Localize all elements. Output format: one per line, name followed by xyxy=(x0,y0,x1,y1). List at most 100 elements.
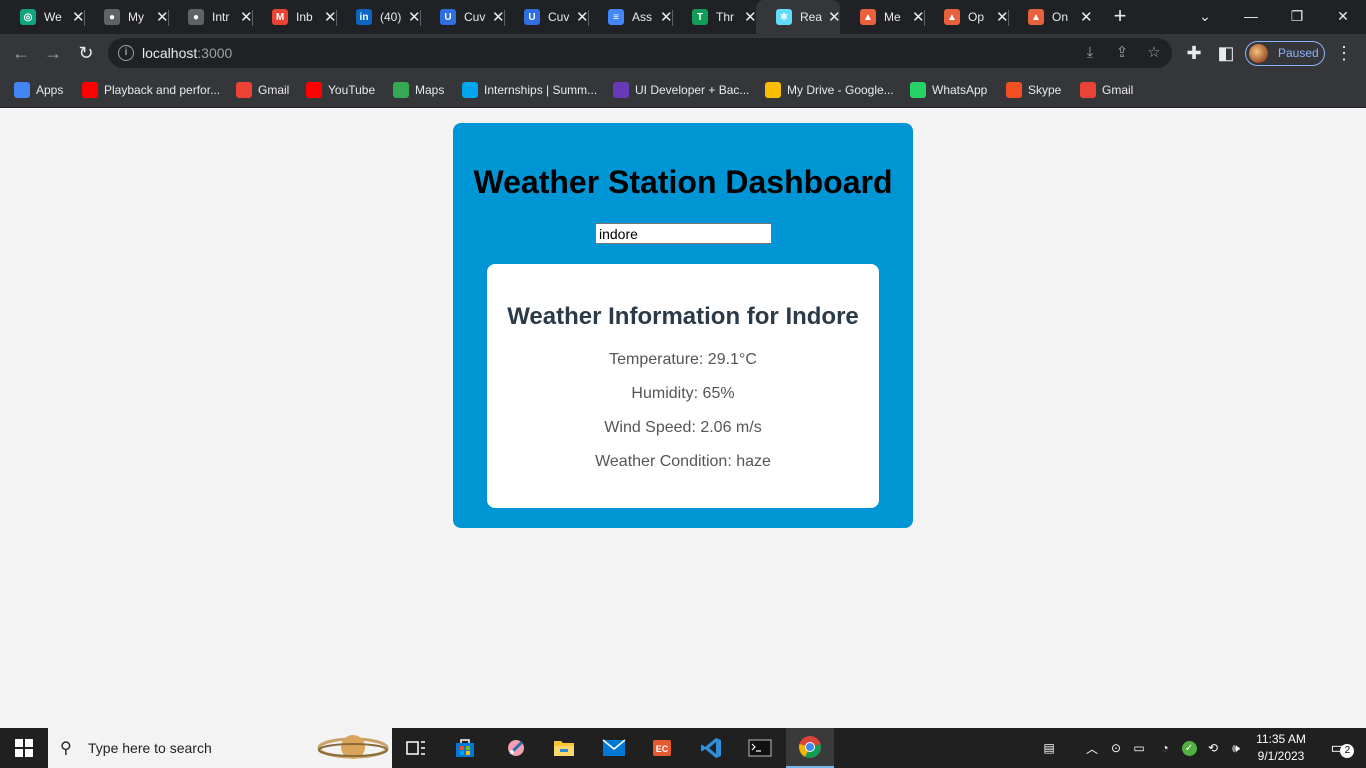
extensions-puzzle-icon[interactable]: ✚ xyxy=(1181,40,1207,66)
close-window-icon[interactable]: ✕ xyxy=(1320,0,1366,34)
browser-tab[interactable]: ▲ Op ✕ xyxy=(924,0,1009,34)
system-clock[interactable]: 11:35 AM 9/1/2023 xyxy=(1248,731,1314,765)
bookmark-item[interactable]: Playback and perfor... xyxy=(82,82,220,98)
browser-tab[interactable]: T Thr ✕ xyxy=(672,0,757,34)
bookmark-item[interactable]: YouTube xyxy=(306,82,375,98)
close-tab-icon[interactable]: ✕ xyxy=(828,8,841,26)
snipping-tool-icon[interactable] xyxy=(492,728,540,768)
tab-title: Rea xyxy=(800,10,822,24)
close-tab-icon[interactable]: ✕ xyxy=(912,8,925,26)
new-tab-button[interactable]: + xyxy=(1108,4,1132,28)
saturn-search-highlight-icon xyxy=(317,735,389,759)
bookmark-item[interactable]: Internships | Summ... xyxy=(462,82,597,98)
close-tab-icon[interactable]: ✕ xyxy=(996,8,1009,26)
chevron-up-icon[interactable]: ︿ xyxy=(1082,728,1102,768)
tab-strip: ◎ We ✕ ● My ✕ ● Intr ✕ M Inb ✕ in (40) ✕ U Cuv ✕ U Cuv ✕ ≡ Ass… xyxy=(0,0,1366,34)
address-bar[interactable]: i localhost:3000 ⤓ ⇪ ☆ xyxy=(108,38,1172,68)
bookmark-item[interactable]: Skype xyxy=(1006,82,1061,98)
close-tab-icon[interactable]: ✕ xyxy=(156,8,169,26)
browser-tab[interactable]: U Cuv ✕ xyxy=(504,0,589,34)
notification-count-badge: 2 xyxy=(1340,744,1355,758)
close-tab-icon[interactable]: ✕ xyxy=(324,8,337,26)
browser-tab[interactable]: ● Intr ✕ xyxy=(168,0,253,34)
restore-icon[interactable]: ❐ xyxy=(1274,0,1320,34)
browser-tab[interactable]: ● My ✕ xyxy=(84,0,169,34)
close-tab-icon[interactable]: ✕ xyxy=(240,8,253,26)
vscode-icon[interactable] xyxy=(687,728,735,768)
terminal-icon[interactable] xyxy=(736,728,784,768)
bookmark-label: Playback and perfor... xyxy=(104,83,221,97)
browser-tab[interactable]: U Cuv ✕ xyxy=(420,0,505,34)
bookmark-star-icon[interactable]: ☆ xyxy=(1144,43,1164,63)
profile-button[interactable]: Paused xyxy=(1245,41,1325,66)
webcam-icon[interactable]: ⊙ xyxy=(1106,728,1126,768)
close-tab-icon[interactable]: ✕ xyxy=(72,8,85,26)
address-url[interactable]: localhost:3000 xyxy=(142,45,232,61)
site-info-icon[interactable]: i xyxy=(118,45,134,61)
battery-icon[interactable]: ▭ xyxy=(1128,728,1150,768)
svg-text:EC: EC xyxy=(656,744,669,754)
taskbar-search-box[interactable]: ⚲ Type here to search xyxy=(48,728,392,768)
gmail-icon: M xyxy=(272,9,288,25)
browser-tab[interactable]: ≡ Ass ✕ xyxy=(588,0,673,34)
browser-tab[interactable]: M Inb ✕ xyxy=(252,0,337,34)
page-content: Weather Station Dashboard Weather Inform… xyxy=(0,108,1366,728)
microsoft-store-icon[interactable] xyxy=(441,728,489,768)
tab-search-chevron-icon[interactable]: ⌄ xyxy=(1182,0,1228,34)
office-app-icon[interactable]: EC xyxy=(638,728,686,768)
apps-grid-icon xyxy=(14,82,30,98)
chrome-icon[interactable] xyxy=(786,728,834,768)
close-tab-icon[interactable]: ✕ xyxy=(660,8,673,26)
city-search-input[interactable] xyxy=(595,223,772,244)
bookmark-label: Skype xyxy=(1028,83,1062,97)
close-tab-icon[interactable]: ✕ xyxy=(408,8,421,26)
volume-icon[interactable]: 🕪 xyxy=(1226,728,1246,768)
bookmark-label: Maps xyxy=(415,83,445,97)
browser-toolbar: ← → ↻ i localhost:3000 ⤓ ⇪ ☆ ✚ ◧ Paused … xyxy=(0,34,1366,72)
bookmark-label: My Drive - Google... xyxy=(787,83,894,97)
browser-tab[interactable]: ◎ We ✕ xyxy=(0,0,85,34)
bookmark-item[interactable]: Maps xyxy=(393,82,444,98)
close-tab-icon[interactable]: ✕ xyxy=(576,8,589,26)
clock-date: 9/1/2023 xyxy=(1257,749,1305,763)
install-app-icon[interactable]: ⤓ xyxy=(1080,43,1100,63)
news-widget-icon[interactable]: ▤ xyxy=(1033,728,1065,768)
wifi-icon[interactable]: ◔ xyxy=(1154,728,1176,768)
browser-tab[interactable]: ⚛ Rea ✕ xyxy=(756,0,841,34)
internshala-icon xyxy=(462,82,478,98)
mail-icon[interactable] xyxy=(590,728,638,768)
kebab-menu-icon[interactable]: ⋮ xyxy=(1331,40,1357,66)
weather-dashboard: Weather Station Dashboard Weather Inform… xyxy=(453,123,913,528)
browser-tab[interactable]: in (40) ✕ xyxy=(336,0,421,34)
sync-icon[interactable]: ⟲ xyxy=(1203,728,1223,768)
notification-center-icon[interactable]: ▭ 2 xyxy=(1318,728,1358,768)
minimize-icon[interactable]: — xyxy=(1228,0,1274,34)
globe-icon: ● xyxy=(188,9,204,25)
tab-title: Ass xyxy=(632,10,653,24)
bookmark-item[interactable]: Apps xyxy=(14,82,63,98)
back-arrow-icon[interactable]: ← xyxy=(8,40,34,66)
side-panel-icon[interactable]: ◧ xyxy=(1213,40,1239,66)
security-check-icon[interactable]: ✓ xyxy=(1179,728,1199,768)
browser-tab[interactable]: ▲ Me ✕ xyxy=(840,0,925,34)
bookmark-item[interactable]: UI Developer + Bac... xyxy=(613,82,749,98)
bookmark-item[interactable]: Gmail xyxy=(236,82,289,98)
forward-arrow-icon[interactable]: → xyxy=(40,40,66,66)
bookmark-item[interactable]: Gmail xyxy=(1080,82,1133,98)
bookmark-item[interactable]: My Drive - Google... xyxy=(765,82,894,98)
bookmark-item[interactable]: WhatsApp xyxy=(910,82,987,98)
forms-icon xyxy=(613,82,629,98)
browser-tab[interactable]: ▲ On ✕ xyxy=(1008,0,1093,34)
close-tab-icon[interactable]: ✕ xyxy=(744,8,757,26)
task-view-icon[interactable] xyxy=(392,728,440,768)
react-icon: ⚛ xyxy=(776,9,792,25)
file-explorer-icon[interactable] xyxy=(540,728,588,768)
chatgpt-icon: ◎ xyxy=(20,9,36,25)
reload-icon[interactable]: ↻ xyxy=(73,40,99,66)
close-tab-icon[interactable]: ✕ xyxy=(1080,8,1093,26)
windows-start-icon[interactable] xyxy=(0,728,48,768)
page-title: Weather Station Dashboard xyxy=(473,164,893,200)
close-tab-icon[interactable]: ✕ xyxy=(492,8,505,26)
mushroom-icon: ▲ xyxy=(1028,9,1044,25)
share-icon[interactable]: ⇪ xyxy=(1112,43,1132,63)
